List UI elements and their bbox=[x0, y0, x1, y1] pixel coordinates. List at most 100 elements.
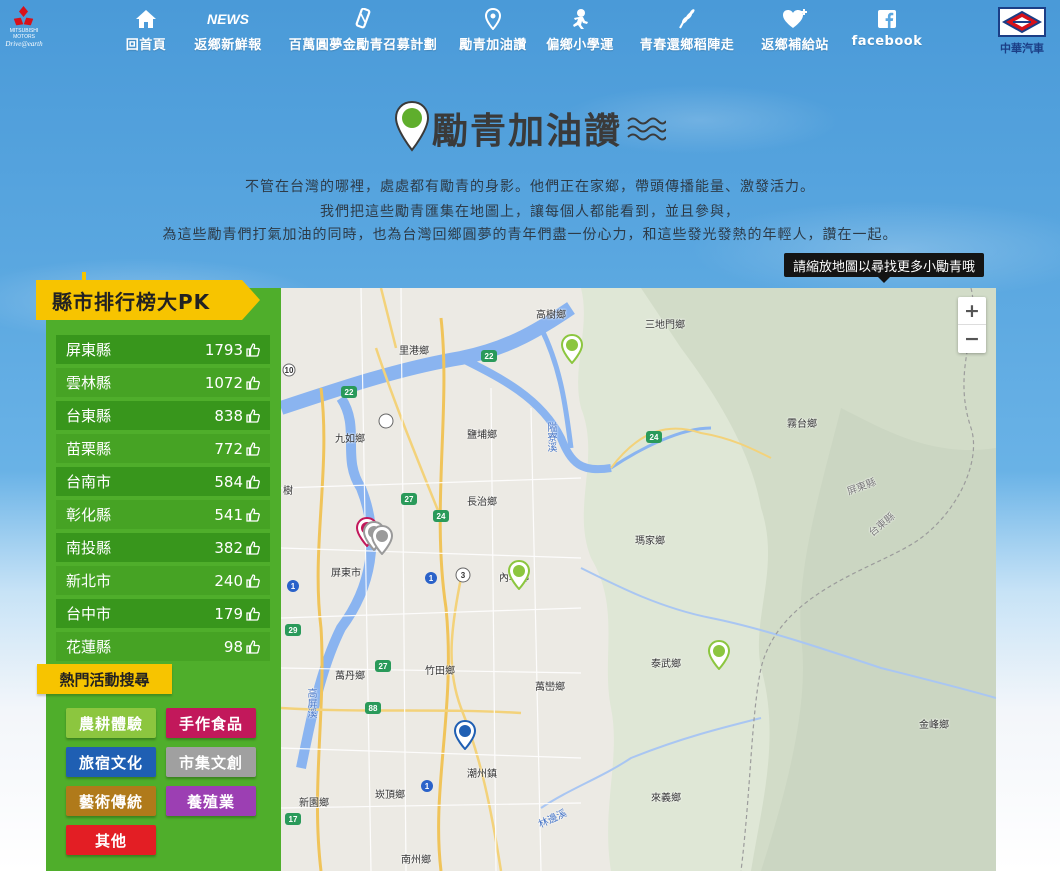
nav-cheer-youth[interactable]: 勵青加油讚 bbox=[452, 8, 534, 53]
nav-rice-field-walk[interactable]: 青春還鄉稻陣走 bbox=[626, 8, 748, 53]
map-canvas[interactable]: 22 22 24 27 24 27 29 88 17 1 1 1 3 10 高樹… bbox=[281, 288, 996, 871]
map-label-yanpu: 鹽埔鄉 bbox=[467, 430, 497, 441]
nav-home[interactable]: 回首頁 bbox=[110, 8, 182, 53]
thumbs-up-icon bbox=[246, 408, 260, 423]
page-title: 勵青加油讚 bbox=[431, 111, 622, 152]
china-motor-name: 中華汽車 bbox=[1000, 42, 1044, 55]
mitsubishi-logo[interactable]: MITSUBISHI MOTORS Drive@earth bbox=[2, 4, 46, 56]
map-label-xinyuan: 新園鄉 bbox=[299, 798, 329, 809]
svg-text:29: 29 bbox=[289, 626, 298, 635]
svg-text:27: 27 bbox=[405, 495, 414, 504]
map-label-majia: 瑪家鄉 bbox=[635, 536, 665, 547]
nav-facebook[interactable]: facebook bbox=[842, 8, 932, 53]
tag-other[interactable]: 其他 bbox=[66, 825, 156, 855]
tag-lodging-culture[interactable]: 旅宿文化 bbox=[66, 747, 156, 777]
svg-text:22: 22 bbox=[345, 388, 354, 397]
nav-rural-school[interactable]: 偏鄉小學運 bbox=[534, 8, 626, 53]
map-label-changzhi: 長治鄉 bbox=[467, 497, 497, 508]
ranking-row-yunlin[interactable]: 雲林縣 1072 bbox=[56, 368, 270, 397]
map-label-jiuru: 九如鄉 bbox=[335, 434, 365, 445]
mitsubishi-diamond-icon bbox=[13, 6, 35, 28]
svg-text:22: 22 bbox=[485, 352, 494, 361]
ranking-title-banner: 縣市排行榜大PK bbox=[36, 272, 260, 320]
brand-name: MITSUBISHI MOTORS bbox=[9, 28, 39, 40]
tag-art-tradition[interactable]: 藝術傳統 bbox=[66, 786, 156, 816]
china-motor-emblem-icon bbox=[998, 7, 1046, 37]
thumbs-up-icon bbox=[246, 342, 260, 357]
thumbs-up-icon bbox=[246, 507, 260, 522]
thumbs-up-icon bbox=[246, 441, 260, 456]
svg-text:88: 88 bbox=[369, 704, 378, 713]
thumbs-up-icon bbox=[246, 606, 260, 621]
tag-handmade-food[interactable]: 手作食品 bbox=[166, 708, 256, 738]
runner-icon bbox=[569, 8, 591, 30]
map-label-taiwu: 泰武鄉 bbox=[651, 659, 681, 670]
svg-text:1: 1 bbox=[429, 574, 434, 583]
china-motor-logo[interactable]: 中華汽車 bbox=[996, 7, 1048, 56]
zoom-in-button[interactable]: + bbox=[958, 297, 986, 325]
rice-icon bbox=[676, 8, 698, 30]
svg-text:3: 3 bbox=[461, 571, 466, 580]
county-ranking-list: 屏東縣 1793 雲林縣 1072 台東縣 838 苗栗縣 772 台南市 584 彰化縣… bbox=[56, 335, 270, 665]
green-map-pin-icon bbox=[394, 100, 430, 156]
map-base: 22 22 24 27 24 27 29 88 17 1 1 1 3 10 bbox=[281, 288, 996, 871]
ranking-row-hualien[interactable]: 花蓮縣 98 bbox=[56, 632, 270, 661]
top-navigation-bar: MITSUBISHI MOTORS Drive@earth 回首頁 NEWS 返… bbox=[0, 0, 1060, 66]
thumbs-up-icon bbox=[246, 540, 260, 555]
news-icon: NEWS bbox=[207, 11, 249, 27]
map-label-wanluan: 萬巒鄉 bbox=[535, 682, 565, 693]
ranking-row-miaoli[interactable]: 苗栗縣 772 bbox=[56, 434, 270, 463]
thumbs-up-icon bbox=[246, 474, 260, 489]
map-label-shuzi: 樹 bbox=[283, 486, 293, 497]
activity-tag-grid: 農耕體驗 手作食品 旅宿文化 市集文創 藝術傳統 養殖業 其他 bbox=[66, 708, 266, 855]
map-label-wandan: 萬丹鄉 bbox=[335, 671, 365, 682]
main-nav: 回首頁 NEWS 返鄉新鮮報 百萬圓夢金勵青召募計劃 勵青加油讚 偏鄉小學運 青… bbox=[110, 8, 932, 53]
svg-text:1: 1 bbox=[425, 782, 430, 791]
svg-text:17: 17 bbox=[289, 815, 298, 824]
map-label-jinfeng: 金峰鄉 bbox=[919, 720, 949, 731]
pen-icon bbox=[353, 8, 373, 30]
ranking-row-taichung[interactable]: 台中市 179 bbox=[56, 599, 270, 628]
ranking-title: 縣市排行榜大PK bbox=[52, 290, 211, 314]
nav-news[interactable]: NEWS 返鄉新鮮報 bbox=[182, 8, 274, 53]
svg-text:10: 10 bbox=[285, 366, 294, 375]
svg-text:27: 27 bbox=[379, 662, 388, 671]
wave-decoration-icon bbox=[626, 115, 667, 147]
heart-plus-icon bbox=[782, 8, 808, 30]
ranking-row-nantou[interactable]: 南投縣 382 bbox=[56, 533, 270, 562]
ranking-row-taitung[interactable]: 台東縣 838 bbox=[56, 401, 270, 430]
grass-decoration-right bbox=[990, 471, 1060, 871]
svg-text:24: 24 bbox=[437, 512, 446, 521]
map-pin-icon bbox=[485, 8, 501, 30]
thumbs-up-icon bbox=[246, 573, 260, 588]
ranking-row-tainan[interactable]: 台南市 584 bbox=[56, 467, 270, 496]
thumbs-up-icon bbox=[246, 639, 260, 654]
map-label-pingtung-city: 屏東市 bbox=[331, 568, 361, 579]
ranking-row-pingtung[interactable]: 屏東縣 1793 bbox=[56, 335, 270, 364]
map-label-sandimen: 三地門鄉 bbox=[645, 320, 685, 331]
svg-text:1: 1 bbox=[291, 582, 296, 591]
map-label-gaoping-river: 高屏溪 bbox=[305, 688, 316, 718]
map-label-zhutian: 竹田鄉 bbox=[425, 666, 455, 677]
map-label-laiyi: 來義鄉 bbox=[651, 793, 681, 804]
nav-youth-funding-plan[interactable]: 百萬圓夢金勵青召募計劃 bbox=[274, 8, 452, 53]
intro-line-3: 為這些勵青們打氣加油的同時，也為台灣回鄉圓夢的青年們盡一份心力，和這些發光發熱的… bbox=[162, 227, 898, 243]
tag-market-creative[interactable]: 市集文創 bbox=[166, 747, 256, 777]
svg-text:24: 24 bbox=[650, 433, 659, 442]
brand-tagline: Drive@earth bbox=[5, 40, 43, 48]
map-label-kanding: 崁頂鄉 bbox=[375, 790, 405, 801]
hero-section: 勵青加油讚 bbox=[0, 100, 1060, 156]
home-icon bbox=[135, 8, 157, 30]
tag-aquaculture[interactable]: 養殖業 bbox=[166, 786, 256, 816]
hot-activity-title: 熱門活動搜尋 bbox=[37, 664, 172, 694]
map-label-wutai: 霧台鄉 bbox=[787, 419, 817, 430]
facebook-icon bbox=[878, 8, 896, 30]
zoom-out-button[interactable]: − bbox=[958, 325, 986, 353]
map-label-ligang: 里港鄉 bbox=[399, 346, 429, 357]
map-label-ailiao-river: 隘寮溪 bbox=[545, 422, 556, 452]
tag-farming-experience[interactable]: 農耕體驗 bbox=[66, 708, 156, 738]
ranking-row-new-taipei[interactable]: 新北市 240 bbox=[56, 566, 270, 595]
nav-supply-station[interactable]: 返鄉補給站 bbox=[748, 8, 842, 53]
intro-line-1: 不管在台灣的哪裡，處處都有勵青的身影。他們正在家鄉，帶頭傳播能量、激發活力。 bbox=[245, 179, 815, 195]
ranking-row-changhua[interactable]: 彰化縣 541 bbox=[56, 500, 270, 529]
